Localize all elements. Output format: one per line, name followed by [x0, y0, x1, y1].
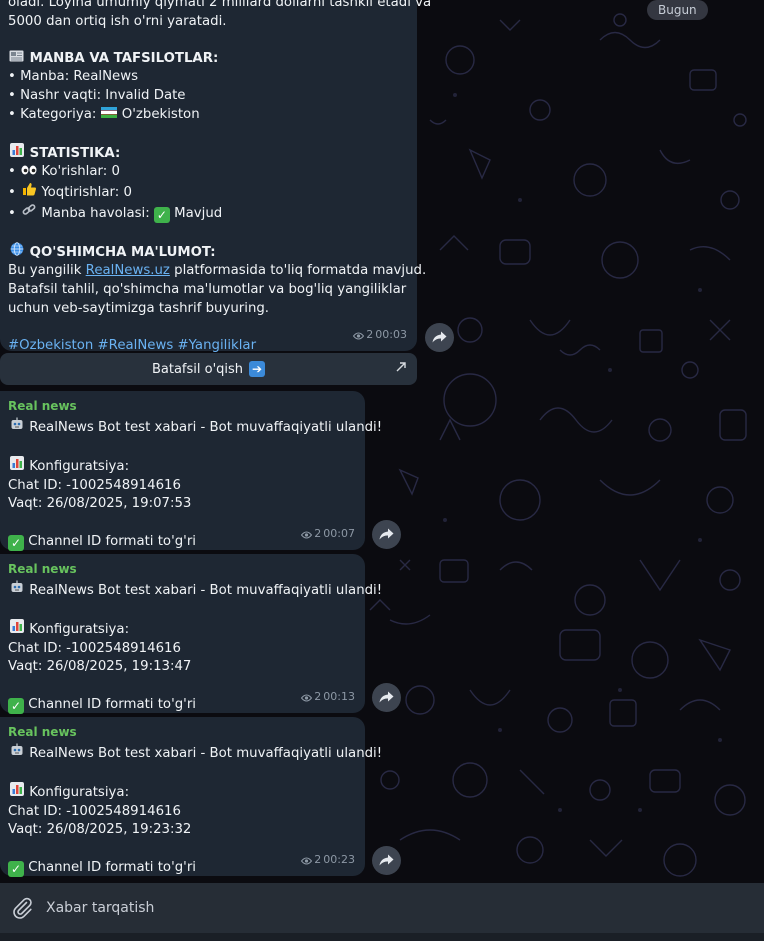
message-meta: 2 00:03	[353, 326, 407, 345]
globe-icon	[8, 241, 25, 263]
bot-title-line: RealNews Bot test xabari - Bot muvaffaqi…	[8, 417, 382, 438]
views-count: 2	[366, 328, 374, 342]
chat-id-line: Chat ID: -1002548914616	[8, 803, 181, 819]
thumbs-up-icon	[20, 182, 37, 203]
share-button[interactable]	[372, 846, 401, 875]
timestamp-line: Vaqt: 26/08/2025, 19:07:53	[8, 496, 192, 512]
section-heading-extra: QO'SHIMCHA MA'LUMOT:	[8, 241, 409, 263]
check-mark-icon: ✓	[8, 534, 24, 551]
uz-flag-icon	[101, 106, 118, 125]
views-count: 2	[314, 527, 322, 541]
paperclip-icon[interactable]	[10, 896, 34, 920]
bot-title-line: RealNews Bot test xabari - Bot muvaffaqi…	[8, 743, 382, 764]
likes-line: • Yoqtirishlar: 0	[8, 182, 409, 203]
message-text-line: 5000 dan ortiq ish o'rni yaratadi.	[8, 13, 227, 29]
paragraph-line: Bu yangilik RealNews.uz platformasida to…	[8, 263, 427, 279]
message-time: 00:13	[323, 690, 355, 704]
chat-id-line: Chat ID: -1002548914616	[8, 640, 181, 656]
views-count: 2	[314, 690, 322, 704]
robot-icon	[8, 580, 25, 601]
message-meta: 2 00:07	[301, 525, 355, 544]
sender-name: Real news	[8, 399, 77, 413]
sender-name: Real news	[8, 725, 77, 739]
read-more-button[interactable]: Batafsil o'qish ➔	[0, 353, 417, 385]
date-separator: Bugun	[647, 0, 708, 20]
share-arrow-icon	[379, 854, 394, 866]
message-time: 00:03	[375, 328, 407, 342]
share-button[interactable]	[372, 683, 401, 712]
section-heading-source: MANBA VA TAFSILOTLAR:	[8, 50, 409, 69]
views-eye-icon	[301, 694, 313, 702]
bar-chart-icon	[8, 619, 25, 640]
bot-message-bubble[interactable]: Real news RealNews Bot test xabari - Bot…	[0, 391, 382, 551]
config-line: Konfiguratsiya:	[8, 619, 357, 640]
share-arrow-icon	[379, 691, 394, 703]
robot-icon	[8, 417, 25, 438]
chat-id-line: Chat ID: -1002548914616	[8, 477, 181, 493]
share-button[interactable]	[372, 520, 401, 549]
message-meta: 2 00:13	[301, 688, 355, 707]
paragraph-line: Batafsil tahlil, qo'shimcha ma'lumotlar …	[8, 281, 407, 297]
config-line: Konfiguratsiya:	[8, 456, 357, 477]
bar-chart-icon	[8, 782, 25, 803]
link-icon	[20, 203, 37, 224]
bot-message-bubble[interactable]: Real news RealNews Bot test xabari - Bot…	[0, 717, 382, 877]
sender-name: Real news	[8, 562, 77, 576]
check-mark-icon: ✓	[153, 206, 170, 223]
section-heading-stats: STATISTIKA:	[8, 142, 409, 164]
category-line: • Kategoriya: O'zbekiston	[8, 106, 409, 125]
robot-icon	[8, 743, 25, 764]
views-eye-icon	[353, 332, 365, 340]
message-meta: 2 00:23	[301, 851, 355, 870]
share-arrow-icon	[379, 528, 394, 540]
message-composer	[0, 883, 764, 933]
news-message-bubble[interactable]: oladi. Loyiha umumiy qiymati 2 milliard …	[0, 0, 432, 353]
message-input[interactable]	[44, 899, 728, 917]
read-more-label: Batafsil o'qish	[151, 361, 244, 377]
bot-message-bubble[interactable]: Real news RealNews Bot test xabari - Bot…	[0, 554, 382, 714]
views-line: • Ko'rishlar: 0	[8, 163, 409, 182]
source-line: • Manba: RealNews	[8, 69, 139, 85]
views-eye-icon	[301, 531, 313, 539]
views-count: 2	[314, 853, 322, 867]
realnews-link[interactable]: RealNews.uz	[86, 263, 170, 278]
bot-title-line: RealNews Bot test xabari - Bot muvaffaqi…	[8, 580, 382, 601]
message-text-line: oladi. Loyiha umumiy qiymati 2 milliard …	[8, 0, 432, 10]
message-time: 00:23	[323, 853, 355, 867]
paragraph-line: uchun veb-saytimizga tashrif buyuring.	[8, 300, 270, 316]
bar-chart-icon	[8, 456, 25, 477]
right-arrow-icon: ➔	[249, 361, 266, 377]
external-link-icon	[396, 362, 406, 372]
published-line: • Nashr vaqti: Invalid Date	[8, 87, 186, 103]
message-time: 00:07	[323, 527, 355, 541]
newspaper-icon	[8, 50, 25, 69]
check-mark-icon: ✓	[8, 860, 24, 877]
views-eye-icon	[301, 857, 313, 865]
check-mark-icon: ✓	[8, 697, 24, 714]
bar-chart-icon	[8, 142, 25, 164]
eyes-icon	[20, 163, 37, 182]
timestamp-line: Vaqt: 26/08/2025, 19:23:32	[8, 822, 192, 838]
share-button[interactable]	[425, 323, 454, 352]
share-arrow-icon	[432, 331, 447, 343]
source-link-line: • Manba havolasi: ✓ Mavjud	[8, 203, 409, 224]
timestamp-line: Vaqt: 26/08/2025, 19:13:47	[8, 659, 192, 675]
config-line: Konfiguratsiya:	[8, 782, 357, 803]
window-bottom-edge	[0, 933, 764, 941]
